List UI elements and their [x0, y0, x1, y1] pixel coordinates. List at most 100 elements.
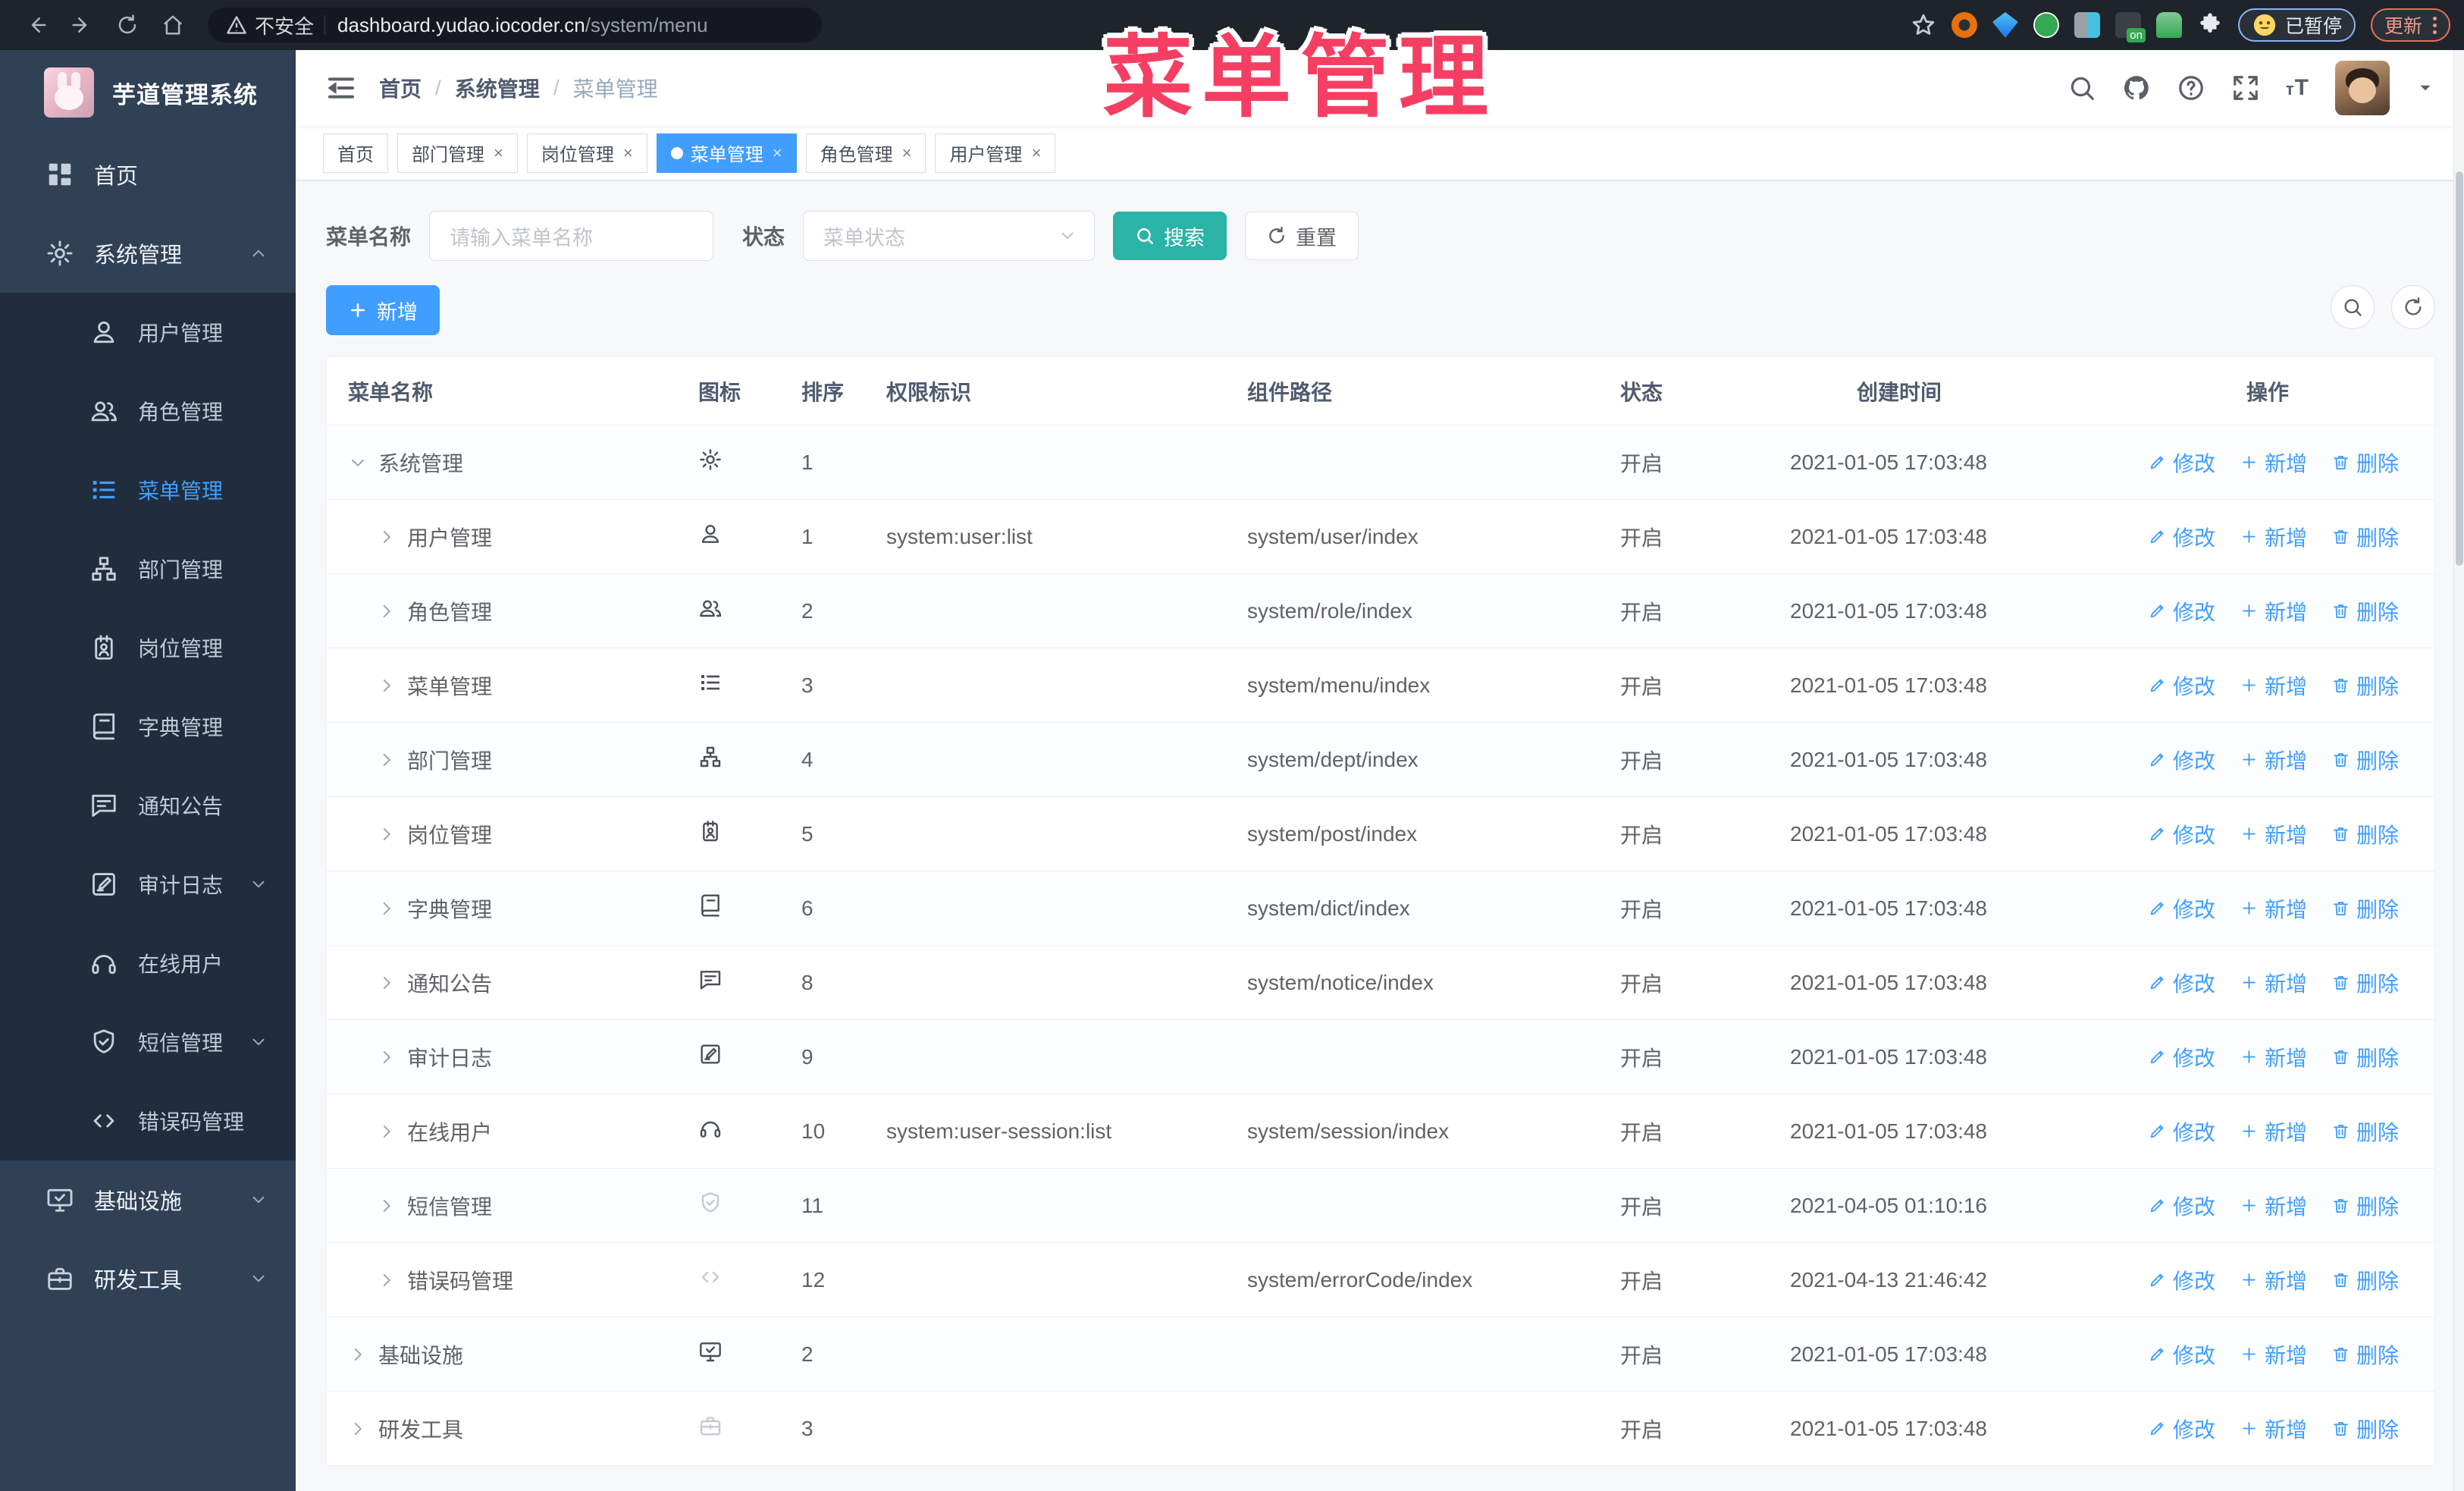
sidebar-item-7[interactable]: 字典管理: [0, 687, 296, 766]
home-icon[interactable]: [156, 8, 190, 42]
back-icon[interactable]: [20, 8, 53, 42]
not-secure-label[interactable]: 不安全: [255, 11, 314, 39]
add-action[interactable]: 新增: [2240, 447, 2307, 478]
help-icon[interactable]: [2177, 74, 2205, 102]
tree-collapse-icon[interactable]: [377, 676, 397, 695]
tab-1[interactable]: 部门管理 ×: [397, 133, 518, 173]
delete-action[interactable]: 删除: [2331, 1339, 2399, 1370]
sidebar-item-5[interactable]: 部门管理: [0, 529, 296, 608]
sidebar-item-12[interactable]: 错误码管理: [0, 1081, 296, 1160]
delete-action[interactable]: 删除: [2331, 745, 2399, 775]
delete-action[interactable]: 删除: [2331, 1414, 2399, 1444]
tree-collapse-icon[interactable]: [377, 1196, 397, 1216]
tab-5[interactable]: 用户管理 ×: [935, 133, 1056, 173]
browser-update-button[interactable]: 更新: [2370, 8, 2450, 42]
edit-action[interactable]: 修改: [2148, 968, 2215, 998]
refresh-table-button[interactable]: [2391, 285, 2435, 329]
page-scrollbar[interactable]: [2453, 50, 2464, 1491]
close-icon[interactable]: ×: [1031, 143, 1041, 163]
sidebar-item-11[interactable]: 短信管理: [0, 1003, 296, 1081]
delete-action[interactable]: 删除: [2331, 670, 2399, 701]
bookmark-star-icon[interactable]: [1911, 12, 1936, 38]
user-avatar[interactable]: [2335, 61, 2390, 115]
extension-icon[interactable]: [2155, 12, 2182, 38]
close-icon[interactable]: ×: [902, 143, 912, 163]
extension-icon[interactable]: [2074, 12, 2100, 38]
tree-collapse-icon[interactable]: [348, 1345, 368, 1364]
add-action[interactable]: 新增: [2240, 968, 2307, 998]
add-action[interactable]: 新增: [2240, 893, 2307, 924]
breadcrumb-system[interactable]: 系统管理: [455, 73, 540, 103]
forward-icon[interactable]: [65, 8, 99, 42]
edit-action[interactable]: 修改: [2148, 670, 2215, 701]
toggle-search-button[interactable]: [2331, 285, 2375, 329]
add-button[interactable]: 新增: [326, 285, 440, 335]
sidebar-item-14[interactable]: 研发工具: [0, 1239, 296, 1318]
menu-kebab-icon[interactable]: [2433, 16, 2437, 34]
add-action[interactable]: 新增: [2240, 1042, 2307, 1072]
edit-action[interactable]: 修改: [2148, 745, 2215, 775]
tree-collapse-icon[interactable]: [377, 601, 397, 621]
edit-action[interactable]: 修改: [2148, 596, 2215, 626]
close-icon[interactable]: ×: [494, 143, 503, 163]
add-action[interactable]: 新增: [2240, 1414, 2307, 1444]
delete-action[interactable]: 删除: [2331, 893, 2399, 924]
delete-action[interactable]: 删除: [2331, 522, 2399, 552]
edit-action[interactable]: 修改: [2148, 522, 2215, 552]
edit-action[interactable]: 修改: [2148, 1265, 2215, 1295]
tree-collapse-icon[interactable]: [377, 1270, 397, 1290]
edit-action[interactable]: 修改: [2148, 1116, 2215, 1147]
paused-profile-badge[interactable]: 已暂停: [2237, 8, 2356, 42]
tree-collapse-icon[interactable]: [377, 899, 397, 918]
tab-3[interactable]: 菜单管理 ×: [656, 133, 797, 173]
sidebar-item-3[interactable]: 角色管理: [0, 372, 296, 450]
sidebar-item-2[interactable]: 用户管理: [0, 293, 296, 372]
address-bar[interactable]: 不安全 dashboard.yudao.iocoder.cn/system/me…: [208, 8, 822, 42]
add-action[interactable]: 新增: [2240, 1265, 2307, 1295]
add-action[interactable]: 新增: [2240, 596, 2307, 626]
url-host[interactable]: dashboard.yudao.iocoder.cn: [337, 14, 585, 37]
delete-action[interactable]: 删除: [2331, 1042, 2399, 1072]
add-action[interactable]: 新增: [2240, 1116, 2307, 1147]
tree-collapse-icon[interactable]: [377, 973, 397, 993]
add-action[interactable]: 新增: [2240, 745, 2307, 775]
caret-down-icon[interactable]: [2415, 78, 2435, 98]
app-logo[interactable]: 芋道管理系统: [0, 50, 296, 135]
sidebar-item-8[interactable]: 通知公告: [0, 766, 296, 845]
scrollbar-thumb[interactable]: [2456, 171, 2463, 566]
edit-action[interactable]: 修改: [2148, 1414, 2215, 1444]
sidebar-item-0[interactable]: 首页: [0, 135, 296, 214]
sidebar-item-6[interactable]: 岗位管理: [0, 608, 296, 687]
extension-on-icon[interactable]: on: [2114, 12, 2146, 42]
reset-button[interactable]: 重置: [1245, 212, 1359, 260]
tree-collapse-icon[interactable]: [348, 1419, 368, 1439]
tab-4[interactable]: 角色管理 ×: [805, 133, 926, 173]
delete-action[interactable]: 删除: [2331, 968, 2399, 998]
tree-expand-icon[interactable]: [348, 453, 368, 472]
tree-collapse-icon[interactable]: [377, 824, 397, 844]
status-select[interactable]: 菜单状态: [803, 211, 1096, 261]
edit-action[interactable]: 修改: [2148, 447, 2215, 478]
fullscreen-icon[interactable]: [2231, 74, 2260, 102]
add-action[interactable]: 新增: [2240, 522, 2307, 552]
menu-name-input[interactable]: 请输入菜单名称: [429, 211, 714, 261]
sidebar-item-9[interactable]: 审计日志: [0, 845, 296, 924]
add-action[interactable]: 新增: [2240, 819, 2307, 849]
add-action[interactable]: 新增: [2240, 1339, 2307, 1370]
edit-action[interactable]: 修改: [2148, 819, 2215, 849]
delete-action[interactable]: 删除: [2331, 819, 2399, 849]
sidebar-item-4[interactable]: 菜单管理: [0, 450, 296, 529]
delete-action[interactable]: 删除: [2331, 447, 2399, 478]
delete-action[interactable]: 删除: [2331, 1116, 2399, 1147]
edit-action[interactable]: 修改: [2148, 1191, 2215, 1221]
extension-icon[interactable]: [1951, 12, 1977, 38]
add-action[interactable]: 新增: [2240, 1191, 2307, 1221]
search-button[interactable]: 搜索: [1113, 212, 1227, 260]
edit-action[interactable]: 修改: [2148, 1339, 2215, 1370]
edit-action[interactable]: 修改: [2148, 1042, 2215, 1072]
url-path[interactable]: /system/menu: [585, 14, 708, 37]
reload-icon[interactable]: [111, 8, 144, 42]
github-icon[interactable]: [2122, 74, 2151, 102]
tab-2[interactable]: 岗位管理 ×: [526, 133, 647, 173]
sidebar-item-13[interactable]: 基础设施: [0, 1160, 296, 1239]
